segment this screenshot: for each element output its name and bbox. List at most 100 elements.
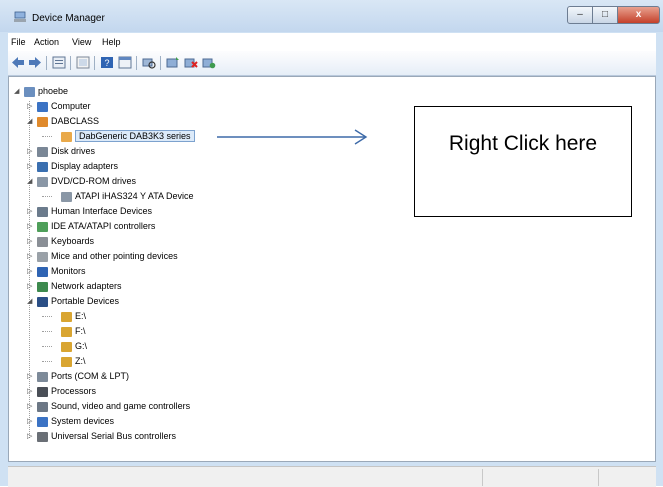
properties-icon[interactable]: [52, 56, 66, 69]
tree-item[interactable]: ▷ IDE ATA/ATAPI controllers: [27, 219, 155, 234]
expand-arrow-icon[interactable]: ▷: [27, 219, 35, 234]
tree-item[interactable]: E:\: [51, 309, 86, 324]
tree-item[interactable]: ▷ System devices: [27, 414, 114, 429]
tree-item[interactable]: ▷ Disk drives: [27, 144, 95, 159]
scan-hardware-icon[interactable]: [142, 56, 156, 69]
tree-item[interactable]: ▷ Computer: [27, 99, 91, 114]
tree-item-label: Human Interface Devices: [51, 206, 153, 217]
tree-item[interactable]: Z:\: [51, 354, 86, 369]
device-manager-window: Device Manager – □ x File Action View He…: [0, 0, 663, 487]
show-hidden-icon[interactable]: [76, 56, 90, 69]
tree-item[interactable]: ▷ Network adapters: [27, 279, 122, 294]
tree-item[interactable]: ◢ Portable Devices: [27, 294, 119, 309]
close-button[interactable]: x: [617, 6, 660, 24]
tree-item[interactable]: DabGeneric DAB3K3 series: [51, 129, 195, 144]
tree-item[interactable]: ◢ phoebe: [14, 84, 68, 99]
tree-item-label: ATAPI iHAS324 Y ATA Device: [75, 191, 194, 202]
tree-item[interactable]: F:\: [51, 324, 86, 339]
hid-icon: [37, 206, 48, 217]
tree-item[interactable]: ▷ Processors: [27, 384, 96, 399]
tree-item-label: phoebe: [38, 86, 69, 97]
monitor-icon: [37, 266, 48, 277]
collapse-arrow-icon[interactable]: ◢: [27, 294, 35, 309]
tree-item-label: Z:\: [75, 356, 86, 367]
collapse-arrow-icon[interactable]: ◢: [27, 174, 35, 189]
expand-arrow-icon[interactable]: ▷: [27, 414, 35, 429]
expand-arrow-icon[interactable]: ▷: [27, 384, 35, 399]
expand-arrow-icon[interactable]: ▷: [27, 144, 35, 159]
tree-item-label: Universal Serial Bus controllers: [51, 431, 177, 442]
tree-item-label: IDE ATA/ATAPI controllers: [51, 221, 156, 232]
tree-item-label: Keyboards: [51, 236, 95, 247]
tree-connector: [42, 346, 52, 347]
portable-drive-icon: [61, 326, 72, 337]
tree-item[interactable]: ▷ Mice and other pointing devices: [27, 249, 178, 264]
toolbar-separator: [94, 56, 95, 70]
tree-item-label: Portable Devices: [51, 296, 120, 307]
tree-item[interactable]: ▷ Monitors: [27, 264, 86, 279]
device-manager-icon: [14, 11, 26, 22]
menu-view[interactable]: View: [72, 37, 91, 47]
expand-arrow-icon[interactable]: ▷: [27, 264, 35, 279]
menu-file[interactable]: File: [11, 37, 26, 47]
tree-item[interactable]: ▷ Human Interface Devices: [27, 204, 152, 219]
tree-item-label: DabGeneric DAB3K3 series: [75, 130, 195, 143]
maximize-button[interactable]: □: [592, 6, 618, 24]
expand-arrow-icon[interactable]: ▷: [27, 249, 35, 264]
portable-devices-icon: [37, 296, 48, 307]
expand-arrow-icon[interactable]: ▷: [27, 234, 35, 249]
expand-arrow-icon[interactable]: ▷: [27, 279, 35, 294]
dabclass-icon: [37, 116, 48, 127]
disable-icon[interactable]: [202, 56, 216, 69]
ide-controller-icon: [37, 221, 48, 232]
tree-item[interactable]: ▷ Ports (COM & LPT): [27, 369, 129, 384]
tree-connector: [42, 196, 52, 197]
expand-arrow-icon[interactable]: ▷: [27, 399, 35, 414]
processor-icon: [37, 386, 48, 397]
expand-arrow-icon[interactable]: ▷: [27, 159, 35, 174]
usb-icon: [37, 431, 48, 442]
tree-item[interactable]: ▷ Keyboards: [27, 234, 94, 249]
ports-icon: [37, 371, 48, 382]
window-title: Device Manager: [32, 13, 105, 24]
annotation-arrow-icon: [217, 129, 368, 145]
tree-item-label: Computer: [51, 101, 91, 112]
expand-arrow-icon[interactable]: ▷: [27, 429, 35, 444]
computer-root-icon: [24, 86, 35, 97]
toolbar-separator: [136, 56, 137, 70]
tree-item-label: Display adapters: [51, 161, 119, 172]
help-icon[interactable]: ?: [100, 56, 114, 69]
tree-item[interactable]: ▷ Display adapters: [27, 159, 118, 174]
collapse-arrow-icon[interactable]: ◢: [27, 114, 35, 129]
disk-drive-icon: [37, 146, 48, 157]
menu-help[interactable]: Help: [102, 37, 121, 47]
tree-item-label: DVD/CD-ROM drives: [51, 176, 137, 187]
tree-item[interactable]: ATAPI iHAS324 Y ATA Device: [51, 189, 194, 204]
mouse-icon: [37, 251, 48, 262]
uninstall-icon[interactable]: [184, 56, 198, 69]
expand-arrow-icon[interactable]: ▷: [27, 369, 35, 384]
toolbar-separator: [160, 56, 161, 70]
tree-item-label: Mice and other pointing devices: [51, 251, 178, 262]
toolbar: ?: [8, 51, 656, 76]
annotation-text: Right Click here: [448, 132, 598, 155]
update-driver-icon[interactable]: [166, 56, 180, 69]
tree-item[interactable]: ◢ DVD/CD-ROM drives: [27, 174, 136, 189]
tree-item[interactable]: ▷ Sound, video and game controllers: [27, 399, 190, 414]
minimize-button[interactable]: –: [567, 6, 593, 24]
title-bar[interactable]: Device Manager – □ x: [0, 0, 663, 32]
back-arrow-icon[interactable]: [11, 56, 25, 69]
portable-drive-icon: [61, 356, 72, 367]
forward-arrow-icon[interactable]: [28, 56, 42, 69]
expand-arrow-icon[interactable]: ▷: [27, 99, 35, 114]
tree-item-label: E:\: [75, 311, 87, 322]
expand-arrow-icon[interactable]: ▷: [27, 204, 35, 219]
menu-action[interactable]: Action: [34, 37, 59, 47]
details-icon[interactable]: [118, 56, 132, 69]
tree-item[interactable]: ◢ DABCLASS: [27, 114, 99, 129]
tree-item[interactable]: ▷ Universal Serial Bus controllers: [27, 429, 176, 444]
tree-item-label: G:\: [75, 341, 88, 352]
collapse-arrow-icon[interactable]: ◢: [14, 84, 22, 99]
toolbar-separator: [70, 56, 71, 70]
tree-item[interactable]: G:\: [51, 339, 87, 354]
